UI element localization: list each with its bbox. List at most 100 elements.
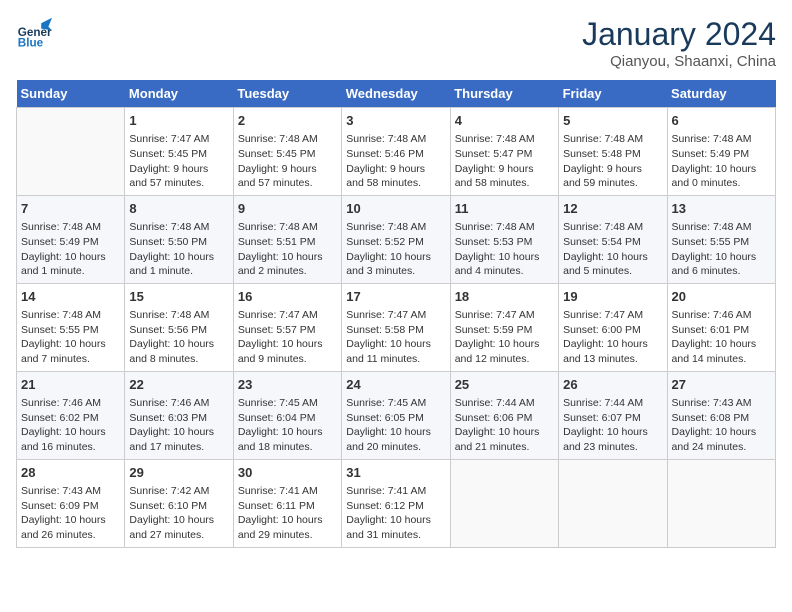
day-number: 21 [21, 376, 120, 394]
weekday-header-wednesday: Wednesday [342, 80, 450, 108]
day-number: 19 [563, 288, 662, 306]
day-number: 27 [672, 376, 771, 394]
week-row-2: 14 Sunrise: 7:48 AM Sunset: 5:55 PM Dayli… [17, 283, 776, 371]
day-number: 28 [21, 464, 120, 482]
day-number: 3 [346, 112, 445, 130]
weekday-header-monday: Monday [125, 80, 233, 108]
cell-info: Sunrise: 7:48 AM Sunset: 5:55 PM Dayligh… [21, 308, 120, 367]
calendar-cell: 12Sunrise: 7:48 AM Sunset: 5:54 PM Dayli… [559, 195, 667, 283]
calendar-cell: 13 Sunrise: 7:48 AM Sunset: 5:55 PM Dayli… [667, 195, 775, 283]
calendar-cell: 6 Sunrise: 7:48 AM Sunset: 5:49 PM Daylig… [667, 108, 775, 196]
calendar-cell: 4 Sunrise: 7:48 AM Sunset: 5:47 PM Daylig… [450, 108, 558, 196]
cell-info: Sunrise: 7:46 AM Sunset: 6:02 PM Dayligh… [21, 396, 120, 455]
weekday-header-sunday: Sunday [17, 80, 125, 108]
cell-info: Sunrise: 7:47 AM Sunset: 5:57 PM Dayligh… [238, 308, 337, 367]
day-number: 24 [346, 376, 445, 394]
day-number: 12 [563, 200, 662, 218]
weekday-header-row: SundayMondayTuesdayWednesdayThursdayFrid… [17, 80, 776, 108]
cell-info: Sunrise: 7:44 AM Sunset: 6:06 PM Dayligh… [455, 396, 554, 455]
calendar-cell [559, 459, 667, 547]
weekday-header-friday: Friday [559, 80, 667, 108]
cell-info: Sunrise: 7:48 AM Sunset: 5:52 PM Dayligh… [346, 220, 445, 279]
calendar-table: SundayMondayTuesdayWednesdayThursdayFrid… [16, 80, 776, 548]
calendar-cell: 16Sunrise: 7:47 AM Sunset: 5:57 PM Dayli… [233, 283, 341, 371]
calendar-cell: 19 Sunrise: 7:47 AM Sunset: 6:00 PM Dayli… [559, 283, 667, 371]
day-number: 13 [672, 200, 771, 218]
calendar-cell: 1 Sunrise: 7:47 AM Sunset: 5:45 PM Daylig… [125, 108, 233, 196]
day-number: 18 [455, 288, 554, 306]
cell-info: Sunrise: 7:46 AM Sunset: 6:01 PM Dayligh… [672, 308, 771, 367]
cell-info: Sunrise: 7:48 AM Sunset: 5:49 PM Dayligh… [21, 220, 120, 279]
day-number: 30 [238, 464, 337, 482]
cell-info: Sunrise: 7:41 AM Sunset: 6:11 PM Dayligh… [238, 484, 337, 543]
svg-text:Blue: Blue [18, 37, 44, 50]
day-number: 20 [672, 288, 771, 306]
day-number: 2 [238, 112, 337, 130]
cell-info: Sunrise: 7:44 AM Sunset: 6:07 PM Dayligh… [563, 396, 662, 455]
day-number: 5 [563, 112, 662, 130]
weekday-header-saturday: Saturday [667, 80, 775, 108]
cell-info: Sunrise: 7:41 AM Sunset: 6:12 PM Dayligh… [346, 484, 445, 543]
day-number: 17 [346, 288, 445, 306]
calendar-cell: 3Sunrise: 7:48 AM Sunset: 5:46 PM Daylig… [342, 108, 450, 196]
day-number: 15 [129, 288, 228, 306]
day-number: 25 [455, 376, 554, 394]
calendar-cell: 26 Sunrise: 7:44 AM Sunset: 6:07 PM Dayli… [559, 371, 667, 459]
cell-info: Sunrise: 7:45 AM Sunset: 6:04 PM Dayligh… [238, 396, 337, 455]
cell-info: Sunrise: 7:48 AM Sunset: 5:50 PM Dayligh… [129, 220, 228, 279]
location: Qianyou, Shaanxi, China [582, 53, 776, 70]
week-row-3: 21 Sunrise: 7:46 AM Sunset: 6:02 PM Dayli… [17, 371, 776, 459]
calendar-cell: 27 Sunrise: 7:43 AM Sunset: 6:08 PM Dayli… [667, 371, 775, 459]
day-number: 1 [129, 112, 228, 130]
calendar-cell: 17 Sunrise: 7:47 AM Sunset: 5:58 PM Dayli… [342, 283, 450, 371]
calendar-cell: 20 Sunrise: 7:46 AM Sunset: 6:01 PM Dayli… [667, 283, 775, 371]
calendar-cell: 28Sunrise: 7:43 AM Sunset: 6:09 PM Dayli… [17, 459, 125, 547]
calendar-cell: 22Sunrise: 7:46 AM Sunset: 6:03 PM Dayli… [125, 371, 233, 459]
calendar-cell [450, 459, 558, 547]
month-title: January 2024 [582, 16, 776, 53]
calendar-cell: 5 Sunrise: 7:48 AM Sunset: 5:48 PM Daylig… [559, 108, 667, 196]
cell-info: Sunrise: 7:48 AM Sunset: 5:56 PM Dayligh… [129, 308, 228, 367]
cell-info: Sunrise: 7:48 AM Sunset: 5:51 PM Dayligh… [238, 220, 337, 279]
calendar-cell: 24Sunrise: 7:45 AM Sunset: 6:05 PM Dayli… [342, 371, 450, 459]
cell-info: Sunrise: 7:47 AM Sunset: 5:58 PM Dayligh… [346, 308, 445, 367]
day-number: 22 [129, 376, 228, 394]
calendar-cell: 11 Sunrise: 7:48 AM Sunset: 5:53 PM Dayli… [450, 195, 558, 283]
calendar-cell [667, 459, 775, 547]
calendar-cell: 8Sunrise: 7:48 AM Sunset: 5:50 PM Daylig… [125, 195, 233, 283]
calendar-cell: 31 Sunrise: 7:41 AM Sunset: 6:12 PM Dayli… [342, 459, 450, 547]
cell-info: Sunrise: 7:48 AM Sunset: 5:53 PM Dayligh… [455, 220, 554, 279]
calendar-cell: 30 Sunrise: 7:41 AM Sunset: 6:11 PM Dayli… [233, 459, 341, 547]
week-row-1: 7Sunrise: 7:48 AM Sunset: 5:49 PM Daylig… [17, 195, 776, 283]
day-number: 6 [672, 112, 771, 130]
week-row-4: 28Sunrise: 7:43 AM Sunset: 6:09 PM Dayli… [17, 459, 776, 547]
cell-info: Sunrise: 7:47 AM Sunset: 6:00 PM Dayligh… [563, 308, 662, 367]
weekday-header-tuesday: Tuesday [233, 80, 341, 108]
calendar-cell: 14 Sunrise: 7:48 AM Sunset: 5:55 PM Dayli… [17, 283, 125, 371]
day-number: 11 [455, 200, 554, 218]
cell-info: Sunrise: 7:48 AM Sunset: 5:55 PM Dayligh… [672, 220, 771, 279]
calendar-cell [17, 108, 125, 196]
cell-info: Sunrise: 7:48 AM Sunset: 5:47 PM Dayligh… [455, 132, 554, 191]
calendar-cell: 2 Sunrise: 7:48 AM Sunset: 5:45 PM Daylig… [233, 108, 341, 196]
cell-info: Sunrise: 7:48 AM Sunset: 5:48 PM Dayligh… [563, 132, 662, 191]
day-number: 31 [346, 464, 445, 482]
week-row-0: 1 Sunrise: 7:47 AM Sunset: 5:45 PM Daylig… [17, 108, 776, 196]
day-number: 4 [455, 112, 554, 130]
calendar-cell: 7Sunrise: 7:48 AM Sunset: 5:49 PM Daylig… [17, 195, 125, 283]
weekday-header-thursday: Thursday [450, 80, 558, 108]
day-number: 26 [563, 376, 662, 394]
day-number: 29 [129, 464, 228, 482]
cell-info: Sunrise: 7:47 AM Sunset: 5:45 PM Dayligh… [129, 132, 228, 191]
calendar-cell: 18Sunrise: 7:47 AM Sunset: 5:59 PM Dayli… [450, 283, 558, 371]
cell-info: Sunrise: 7:48 AM Sunset: 5:49 PM Dayligh… [672, 132, 771, 191]
day-number: 14 [21, 288, 120, 306]
calendar-cell: 23Sunrise: 7:45 AM Sunset: 6:04 PM Dayli… [233, 371, 341, 459]
cell-info: Sunrise: 7:48 AM Sunset: 5:45 PM Dayligh… [238, 132, 337, 191]
calendar-cell: 10Sunrise: 7:48 AM Sunset: 5:52 PM Dayli… [342, 195, 450, 283]
cell-info: Sunrise: 7:43 AM Sunset: 6:08 PM Dayligh… [672, 396, 771, 455]
calendar-cell: 25 Sunrise: 7:44 AM Sunset: 6:06 PM Dayli… [450, 371, 558, 459]
page-header: General Blue January 2024 Qianyou, Shaan… [16, 16, 776, 70]
calendar-cell: 29Sunrise: 7:42 AM Sunset: 6:10 PM Dayli… [125, 459, 233, 547]
calendar-cell: 15 Sunrise: 7:48 AM Sunset: 5:56 PM Dayli… [125, 283, 233, 371]
